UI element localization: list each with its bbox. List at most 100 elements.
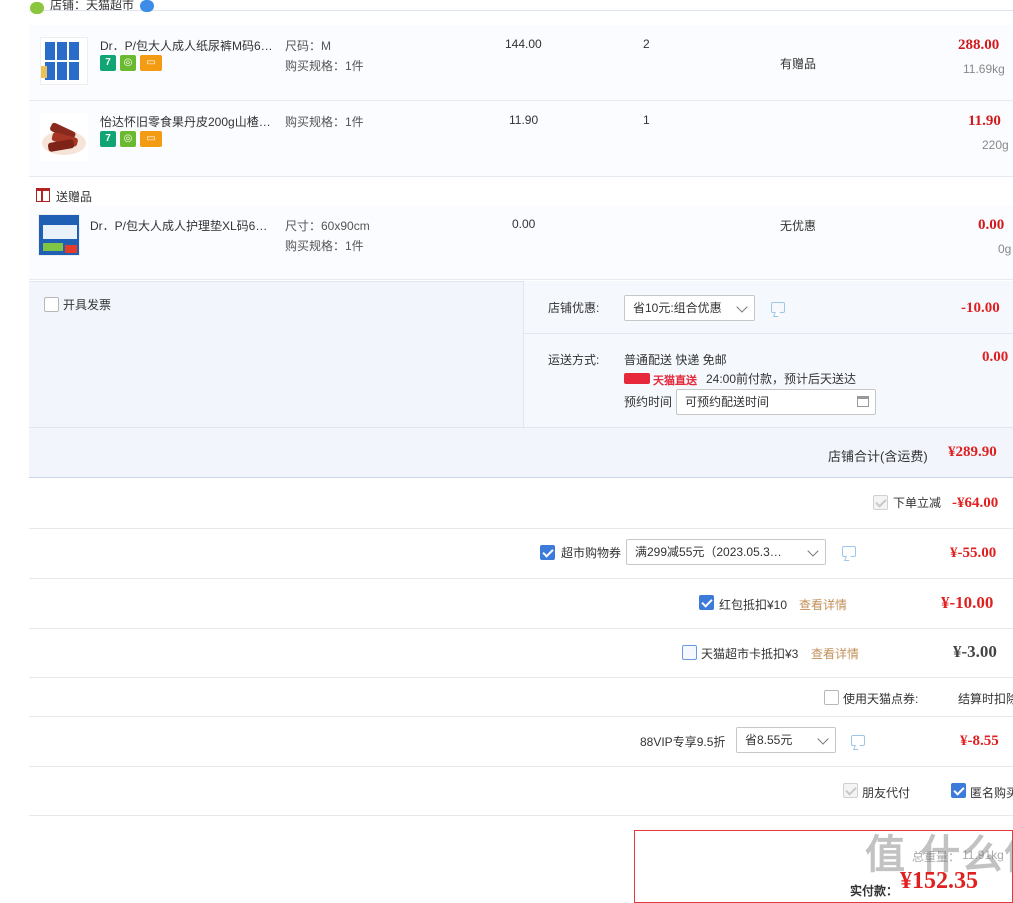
fruit-leather-image [42, 122, 86, 155]
actual-pay-label: 实付款： [850, 884, 899, 898]
item-weight: 220g [982, 138, 1009, 152]
redpacket-amount: ¥-10.00 [941, 593, 994, 612]
product-thumbnail[interactable] [38, 214, 80, 256]
shop-discount-label: 店铺优惠: [548, 301, 600, 315]
product-name[interactable]: Dr．P/包大人成人护理垫XL码6… [90, 217, 267, 234]
redpacket-details-link[interactable]: 查看详情 [799, 596, 847, 613]
shop-discount-select[interactable]: 省10元:组合优惠 [624, 295, 755, 321]
card-pay-icon: ▭ [140, 131, 162, 147]
vip-label: 88VIP专享9.5折 [640, 735, 726, 749]
gift-section-title: 送赠品 [56, 190, 93, 204]
row-divider [29, 766, 1013, 767]
row-divider [29, 578, 1013, 579]
seven-day-return-icon: 7 [100, 55, 116, 71]
anonymous-label: 匿名购买 [970, 786, 1013, 800]
vip-value: 省8.55元 [745, 733, 793, 747]
pad-pack-image [39, 215, 79, 255]
points-note: 结算时扣除 [958, 692, 1013, 706]
coupon-select[interactable]: 满299减55元（2023.05.3… [626, 539, 826, 565]
shipping-label: 运送方式: [548, 353, 600, 367]
store-label: 店铺：天猫超市 [50, 0, 135, 11]
verified-icon [140, 0, 154, 12]
shipping-amount: 0.00 [982, 349, 1009, 365]
product-spec: 购买规格：1件 [285, 59, 364, 73]
redpacket-checkbox[interactable] [699, 595, 714, 610]
tmall-card-checkbox[interactable] [682, 645, 697, 660]
gift-icon [36, 188, 50, 202]
calendar-icon [857, 396, 869, 407]
watermark: 值 什么值得买 [865, 833, 1013, 877]
product-name[interactable]: 怡达怀旧零食果丹皮200g山楂… [100, 113, 271, 130]
shop-total-label: 店铺合计(含运费) [828, 449, 928, 464]
panel-divider [29, 427, 1013, 428]
product-thumbnail[interactable] [40, 113, 88, 161]
row-divider [29, 677, 1013, 678]
product-size: 尺码：M [285, 39, 331, 53]
coupon-amount: ¥-55.00 [950, 545, 997, 561]
tmall-card-label: 天猫超市卡抵扣¥3 [701, 647, 799, 661]
friend-pay-label: 朋友代付 [862, 786, 911, 800]
product-thumbnail[interactable] [40, 37, 88, 85]
message-icon[interactable] [771, 302, 785, 313]
shop-discount-value: 省10元:组合优惠 [633, 301, 722, 315]
friend-pay-checkbox[interactable] [843, 783, 858, 798]
vip-amount: ¥-8.55 [960, 733, 999, 749]
invoice-checkbox[interactable] [44, 297, 59, 312]
item-weight: 0g [998, 242, 1012, 256]
shop-discount-amount: -10.00 [961, 300, 1000, 316]
message-icon[interactable] [851, 735, 865, 746]
delivery-eta: 24:00前付款，预计后天送达 [706, 372, 857, 386]
guarantee-icon: ◎ [120, 131, 136, 147]
quantity: 1 [643, 113, 650, 127]
points-label: 使用天猫点券: [843, 692, 919, 706]
panel-divider [524, 333, 1013, 334]
coupon-checkbox[interactable] [540, 545, 555, 560]
instant-discount-checkbox[interactable] [873, 495, 888, 510]
points-checkbox[interactable] [824, 690, 839, 705]
tmall-cat-icon [624, 373, 650, 384]
product-spec: 购买规格：1件 [285, 115, 364, 129]
reserve-time-label: 预约时间 [624, 395, 673, 409]
anonymous-checkbox[interactable] [951, 783, 966, 798]
item-total: 0.00 [978, 217, 1005, 233]
coupon-value: 满299减55元（2023.05.3… [635, 545, 782, 559]
instant-discount-amount: -¥64.00 [952, 495, 999, 511]
product-size: 尺寸：60x90cm [285, 219, 370, 233]
chevron-down-icon [807, 545, 819, 557]
shipping-method: 普通配送 快递 免邮 [624, 353, 727, 367]
reserve-time-input[interactable]: 可预约配送时间 [676, 389, 876, 415]
product-name[interactable]: Dr．P/包大人成人纸尿裤M码6… [100, 37, 273, 54]
diaper-pack-image [41, 42, 79, 80]
vip-select[interactable]: 省8.55元 [736, 727, 836, 753]
tmall-card-amount: ¥-3.00 [953, 642, 997, 661]
item-weight: 11.69kg [963, 62, 1005, 76]
quantity: 2 [643, 37, 650, 51]
item-total: 11.90 [968, 113, 1001, 129]
unit-price: 11.90 [509, 113, 539, 127]
guarantee-icon: ◎ [120, 55, 136, 71]
card-pay-icon: ▭ [140, 55, 162, 71]
tmall-delivery-tag: 天猫直送 [653, 375, 697, 387]
tmall-card-details-link[interactable]: 查看详情 [811, 645, 859, 662]
instant-discount-label: 下单立减 [893, 496, 942, 510]
promo-text: 有赠品 [780, 57, 817, 71]
reserve-time-placeholder: 可预约配送时间 [685, 395, 770, 409]
chevron-down-icon [736, 301, 748, 313]
store-icon [30, 2, 44, 14]
unit-price: 144.00 [505, 37, 542, 51]
redpacket-label: 红包抵扣¥10 [719, 598, 788, 612]
row-divider [29, 628, 1013, 629]
top-divider [29, 10, 1013, 11]
message-icon[interactable] [842, 546, 856, 557]
coupon-label: 超市购物券 [561, 546, 622, 560]
invoice-label: 开具发票 [63, 298, 112, 312]
shop-total-amount: ¥289.90 [948, 444, 997, 460]
promo-text: 无优惠 [780, 219, 817, 233]
seven-day-return-icon: 7 [100, 131, 116, 147]
row-divider [29, 528, 1013, 529]
row-divider [29, 815, 1013, 816]
product-spec: 购买规格：1件 [285, 239, 364, 253]
chevron-down-icon [817, 733, 829, 745]
row-divider [29, 716, 1013, 717]
item-total: 288.00 [958, 37, 1000, 53]
